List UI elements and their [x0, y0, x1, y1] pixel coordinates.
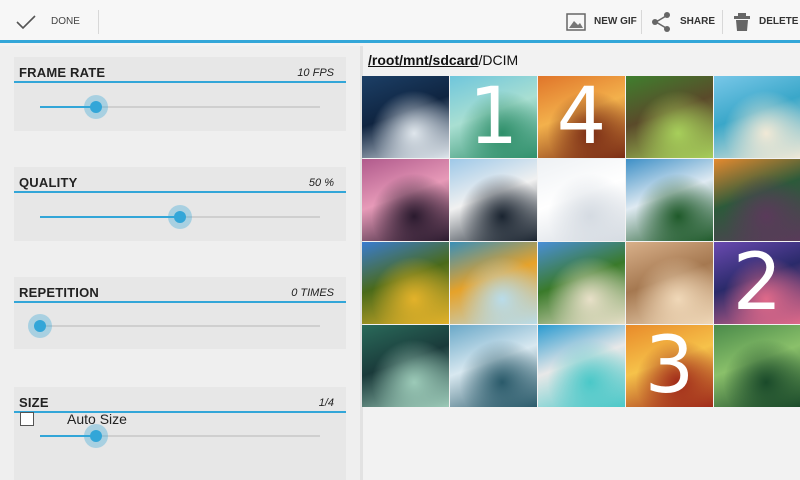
gallery-tile[interactable]: [626, 76, 713, 158]
breadcrumb-segment-mnt[interactable]: /mnt: [399, 52, 429, 68]
gallery-tile[interactable]: [362, 242, 449, 324]
gallery-tile[interactable]: 1: [450, 76, 537, 158]
done-label: DONE: [51, 16, 80, 27]
slider-thumb[interactable]: [84, 424, 108, 448]
slider-thumb[interactable]: [168, 205, 192, 229]
gallery-tile[interactable]: 4: [538, 76, 625, 158]
image-icon: [566, 12, 586, 31]
castle-photo: [538, 242, 625, 324]
share-label: SHARE: [680, 16, 716, 27]
gallery-tile[interactable]: [714, 159, 800, 241]
gallery-tile[interactable]: [450, 325, 537, 407]
gallery-tile[interactable]: [714, 76, 800, 158]
seashell-sand-photo: [626, 242, 713, 324]
gallery-tile[interactable]: [450, 159, 537, 241]
selection-order-number: 3: [644, 325, 695, 407]
breadcrumb: /root/mnt/sdcard/DCIM: [368, 52, 518, 68]
quality-slider[interactable]: [40, 205, 320, 229]
repetition-value: 0 TIMES: [291, 287, 334, 299]
action-separator: [98, 10, 99, 34]
gallery-tile[interactable]: [714, 325, 800, 407]
delete-button[interactable]: DELETE: [733, 0, 798, 43]
arctic-fox-photo: [538, 159, 625, 241]
gallery-tile[interactable]: [362, 76, 449, 158]
repetition-card: REPETITION 0 TIMES: [14, 277, 346, 349]
forest-path-photo: [626, 76, 713, 158]
action-separator: [641, 10, 642, 34]
action-separator: [722, 10, 723, 34]
delete-label: DELETE: [759, 16, 799, 27]
waterfall-photo: [362, 325, 449, 407]
floating-island-photo: [450, 325, 537, 407]
gallery-tile[interactable]: [538, 325, 625, 407]
breadcrumb-current: /DCIM: [478, 52, 519, 68]
gallery-tile[interactable]: [362, 159, 449, 241]
slider-fill: [40, 216, 180, 218]
lagoon-photo: [538, 325, 625, 407]
size-title: SIZE: [19, 395, 49, 410]
gallery-tile[interactable]: [362, 325, 449, 407]
breadcrumb-segment-root[interactable]: /root: [368, 52, 399, 68]
slider-track: [40, 325, 320, 327]
size-card: SIZE 1/4: [14, 387, 346, 480]
gallery-tile[interactable]: [538, 242, 625, 324]
trash-icon: [734, 12, 750, 31]
selection-order-number: 4: [556, 76, 607, 158]
size-value: 1/4: [318, 397, 334, 409]
sunflowers-photo: [362, 242, 449, 324]
gallery-tile[interactable]: [538, 159, 625, 241]
frame-rate-slider[interactable]: [40, 95, 320, 119]
quality-value: 50 %: [308, 177, 334, 189]
action-bar: DONE NEW GIF SHARE DELETE: [0, 0, 800, 43]
frame-rate-card: FRAME RATE 10 FPS: [14, 57, 346, 131]
water-droplets-photo: [450, 242, 537, 324]
size-slider[interactable]: [40, 424, 320, 448]
quality-card: QUALITY 50 %: [14, 167, 346, 241]
glacier-coast-photo: [362, 76, 449, 158]
new-gif-button[interactable]: NEW GIF: [566, 0, 637, 43]
repetition-slider[interactable]: [28, 314, 320, 338]
dramatic-sunset-photo: [714, 159, 800, 241]
done-button[interactable]: DONE: [15, 0, 80, 43]
slider-thumb[interactable]: [84, 95, 108, 119]
gallery-tile[interactable]: 2: [714, 242, 800, 324]
repetition-title: REPETITION: [19, 285, 100, 300]
gallery-tile[interactable]: 3: [626, 325, 713, 407]
auto-size-label[interactable]: Auto Size: [67, 411, 127, 427]
size-header: SIZE 1/4: [14, 387, 346, 413]
frame-rate-title: FRAME RATE: [19, 65, 106, 80]
selection-order-number: 1: [468, 76, 519, 158]
settings-panel: FRAME RATE 10 FPS QUALITY 50 % REPETITIO…: [0, 46, 360, 480]
image-gallery: 14 23: [362, 76, 800, 410]
green-rocks-photo: [714, 325, 800, 407]
breadcrumb-segment-sdcard[interactable]: /sdcard: [429, 52, 479, 68]
quality-title: QUALITY: [19, 175, 78, 190]
gallery-tile[interactable]: [450, 242, 537, 324]
auto-size-checkbox[interactable]: [20, 412, 34, 426]
frame-rate-value: 10 FPS: [297, 67, 334, 79]
frame-rate-header: FRAME RATE 10 FPS: [14, 57, 346, 83]
beach-umbrella-photo: [714, 76, 800, 158]
slider-thumb[interactable]: [28, 314, 52, 338]
repetition-header: REPETITION 0 TIMES: [14, 277, 346, 303]
share-icon: [652, 11, 670, 32]
share-button[interactable]: SHARE: [650, 0, 715, 43]
quality-header: QUALITY 50 %: [14, 167, 346, 193]
penguins-photo: [450, 159, 537, 241]
new-gif-label: NEW GIF: [594, 16, 637, 27]
gallery-tile[interactable]: [626, 159, 713, 241]
selection-order-number: 2: [732, 242, 783, 324]
mountain-lake-photo: [626, 159, 713, 241]
checkmark-icon: [16, 14, 36, 29]
gallery-tile[interactable]: [626, 242, 713, 324]
pink-lake-trees-photo: [362, 159, 449, 241]
